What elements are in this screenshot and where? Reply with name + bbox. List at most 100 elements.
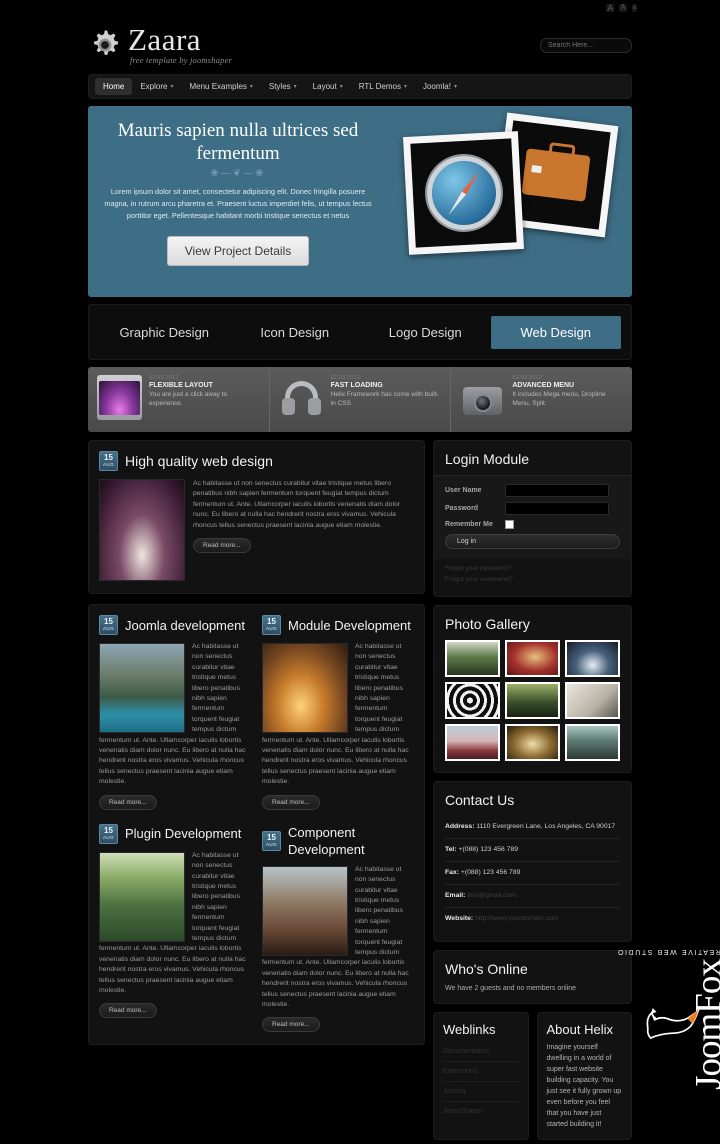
contact-tel-row: Tel: +(088) 123 456 789 — [445, 839, 620, 862]
black-spiral — [447, 684, 498, 717]
whos-online-text: We have 2 guests and no members online — [445, 985, 577, 992]
nav-item-home[interactable]: Home — [95, 78, 133, 95]
chevron-down-icon: ▾ — [403, 84, 407, 90]
weblink-item[interactable]: Joomla — [443, 1082, 519, 1102]
site-logo[interactable]: Zaara free template by joomshaper — [88, 22, 232, 65]
font-increase-icon[interactable]: A — [606, 4, 615, 13]
castle-photo[interactable] — [99, 643, 185, 733]
compass-icon — [424, 154, 503, 232]
main-column: 15 AUG High quality web design Ac habita… — [88, 440, 425, 1140]
sidebar: Login Module User Name Password Remember… — [433, 440, 632, 1140]
gallery-thumb[interactable] — [445, 682, 500, 719]
tel-value: +(088) 123 456 789 — [458, 846, 519, 853]
read-more-button[interactable]: Read more... — [99, 794, 157, 810]
featured-article: 15 AUG High quality web design Ac habita… — [88, 440, 425, 594]
feature-title: FAST LOADING — [330, 382, 383, 389]
gallery-thumb[interactable] — [565, 682, 620, 719]
article-text: Ac habitasse ut non senectus curabitur v… — [262, 643, 409, 786]
coffee-cup-photo[interactable] — [99, 479, 185, 581]
feature-item[interactable]: 02.03.2012 FAST LOADING Helix Framework ha… — [270, 367, 452, 432]
password-input[interactable] — [505, 502, 609, 515]
gallery-thumb[interactable] — [565, 724, 620, 761]
font-reset-icon[interactable]: A — [619, 4, 627, 12]
login-button[interactable]: Log in — [445, 534, 620, 549]
feature-date: 02.03.2012 — [330, 375, 361, 381]
remember-me-checkbox[interactable] — [505, 520, 514, 529]
read-more-button[interactable]: Read more... — [262, 794, 320, 810]
feature-text: 02.03.2012 FAST LOADING Helix Framework ha… — [331, 375, 442, 408]
article-title[interactable]: Joomla development — [125, 617, 245, 634]
date-badge: 15 AUG — [99, 451, 118, 471]
hero-description: Lorem ipsum dolor sit amet, consectetur … — [104, 187, 372, 220]
search-box[interactable] — [540, 37, 632, 53]
nav-item-rtl-demos[interactable]: RTL Demos ▾ — [351, 78, 415, 95]
pale-dancer — [567, 684, 618, 717]
gallery-thumb[interactable] — [505, 640, 560, 677]
tab-graphic-design[interactable]: Graphic Design — [99, 316, 230, 349]
email-value[interactable]: info@gmail.com — [467, 892, 516, 899]
gallery-thumb[interactable] — [445, 724, 500, 761]
gallery-thumb[interactable] — [565, 640, 620, 677]
chevron-down-icon: ▾ — [170, 84, 174, 90]
site-header: Zaara free template by joomshaper — [0, 16, 720, 74]
fox-icon — [646, 1008, 700, 1040]
article-title[interactable]: Module Development — [288, 617, 411, 634]
nav-item-menu-examples[interactable]: Menu Examples ▾ — [181, 78, 260, 95]
forgot-username-link[interactable]: Forgot your username? — [445, 575, 620, 585]
username-input[interactable] — [505, 484, 609, 497]
main-nav-wrapper: Home Explore ▾ Menu Examples ▾ Styles ▾ Layout ▾… — [0, 74, 720, 99]
contact-title: Contact Us — [445, 792, 515, 808]
feature-item[interactable]: 02.03.2012 FLEXIBLE LAYOUT You are just a … — [88, 367, 270, 432]
nav-item-layout[interactable]: Layout ▾ — [305, 78, 351, 95]
feature-text: 02.03.2012 ADVANCED MENU It includes Mega … — [512, 375, 623, 408]
article-row-1: 15 AUG Joomla development Ac habitasse ut n… — [99, 615, 414, 810]
warrior-photo[interactable] — [262, 643, 348, 733]
tab-icon-design[interactable]: Icon Design — [230, 316, 361, 349]
tab-web-design[interactable]: Web Design — [490, 315, 621, 349]
whos-online-module: Who's Online We have 2 guests and no mem… — [433, 950, 632, 1004]
read-more-button[interactable]: Read more... — [193, 538, 251, 554]
polaroid-compass — [402, 131, 525, 255]
weblink-item[interactable]: JoomShaper — [443, 1102, 519, 1121]
briefcase-icon — [521, 148, 591, 202]
date-day: 15 — [267, 617, 276, 627]
website-value[interactable]: http://www.yourdomain.com — [475, 915, 558, 922]
article-title[interactable]: Component Development — [288, 824, 414, 858]
logo-name: Zaara — [128, 22, 202, 58]
green-landscape — [447, 642, 498, 675]
nav-item-joomla[interactable]: Joomla! ▾ — [415, 78, 465, 95]
nav-item-styles[interactable]: Styles ▾ — [261, 78, 305, 95]
article-title[interactable]: Plugin Development — [125, 825, 241, 842]
forgot-password-link[interactable]: Forgot your password? — [445, 564, 620, 574]
camera-icon — [460, 375, 505, 420]
photo-gallery-module: Photo Gallery — [433, 605, 632, 773]
feature-item[interactable]: 02.03.2012 ADVANCED MENU It includes Mega … — [451, 367, 632, 432]
weblinks-module: Weblinks Documentation Extensions Joomla Jo… — [433, 1012, 529, 1140]
article-header: 15 AUG High quality web design — [99, 451, 414, 471]
forest-photo[interactable] — [99, 851, 185, 942]
gallery-thumb[interactable] — [505, 724, 560, 761]
article-header: 15 AUG Component Development — [262, 824, 414, 858]
sepia-teacup — [507, 726, 558, 759]
date-day: 15 — [104, 825, 113, 835]
login-module: Login Module User Name Password Remember… — [433, 440, 632, 597]
wolverine-photo[interactable] — [262, 865, 348, 956]
read-more-button[interactable]: Read more... — [99, 1003, 157, 1019]
gallery-thumb[interactable] — [505, 682, 560, 719]
gallery-thumb[interactable] — [445, 640, 500, 677]
search-input[interactable] — [548, 41, 624, 49]
tab-logo-design[interactable]: Logo Design — [360, 316, 491, 349]
red-camera-girl — [507, 642, 558, 675]
article-title[interactable]: High quality web design — [125, 453, 273, 470]
view-project-details-button[interactable]: View Project Details — [166, 236, 310, 266]
read-more-button[interactable]: Read more... — [262, 1017, 320, 1033]
weblink-item[interactable]: Documentation — [443, 1042, 519, 1062]
about-helix-text: Imagine yourself dwelling in a world of … — [546, 1044, 622, 1128]
font-decrease-icon[interactable]: a — [631, 4, 637, 12]
font-size-controls[interactable]: A A a — [606, 4, 637, 13]
weblink-item[interactable]: Extensions — [443, 1062, 519, 1082]
article-grid: 15 AUG Joomla development Ac habitasse ut n… — [88, 604, 425, 1046]
contact-module: Contact Us Address: 1110 Evergreen Lane,… — [433, 781, 632, 942]
nav-item-explore[interactable]: Explore ▾ — [132, 78, 181, 95]
weblinks-list: Documentation Extensions Joomla JoomShaper — [434, 1042, 528, 1130]
